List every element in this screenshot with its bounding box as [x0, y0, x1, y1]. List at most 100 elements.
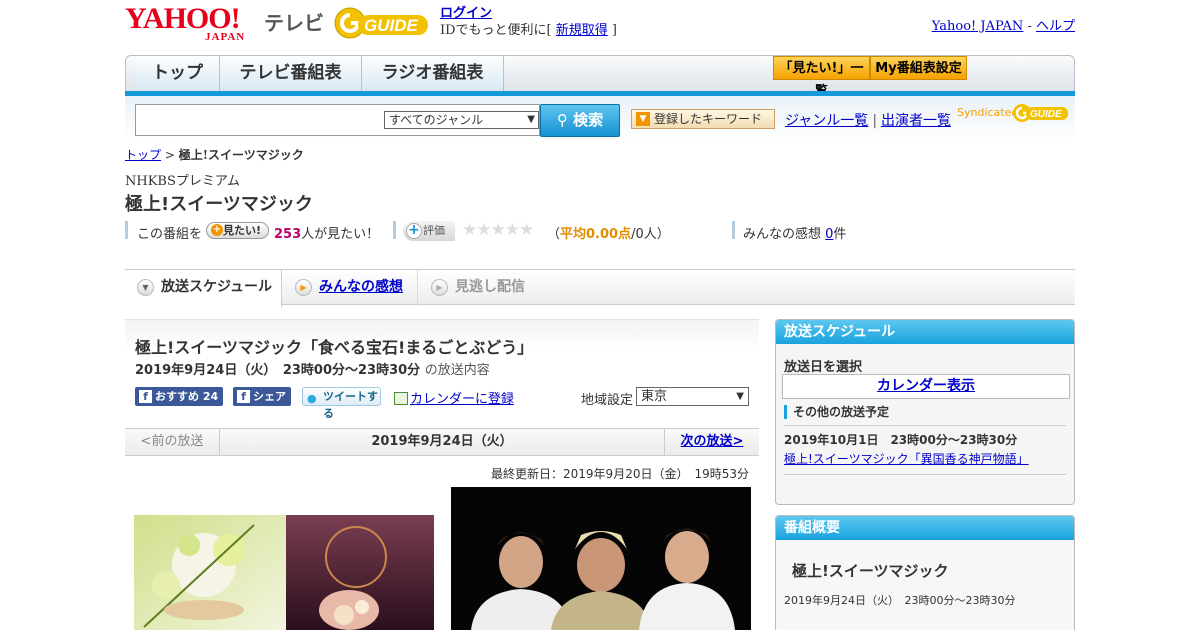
tweet-button[interactable]: ● ツイートする — [302, 387, 381, 420]
region-select[interactable]: 東京 ▼ — [636, 387, 749, 406]
calendar-display-button[interactable]: カレンダー表示 — [782, 374, 1070, 399]
login-prompt: IDでもっと便利に[ — [440, 23, 556, 38]
episode-title: 極上!スイーツマジック「食べる宝石!まるごとぶどう」 — [135, 338, 534, 357]
mitai-count: 253 — [274, 227, 302, 242]
tab-broadcast-schedule[interactable]: ▼ 放送スケジュール — [125, 270, 282, 307]
calendar-display-link[interactable]: カレンダー表示 — [877, 378, 975, 394]
breadcrumb-home[interactable]: トップ — [125, 148, 161, 162]
syndicated-label: Syndicated — [957, 106, 1019, 119]
performer-list-link[interactable]: 出演者一覧 — [881, 113, 951, 129]
rate-button-label: 評価 — [423, 224, 445, 237]
rating-open-paren: （ — [547, 227, 561, 242]
facebook-recommend-button[interactable]: f おすすめ 24 — [135, 387, 223, 406]
overview-datetime: 2019年9月24日（火） 23時00分～23時30分 — [784, 594, 1016, 607]
triangle-down-icon: ▼ — [636, 112, 650, 126]
plus-icon: + — [406, 223, 422, 239]
next-broadcast-cell: 次の放送> — [664, 428, 759, 456]
mitai-suffix: 人が見たい！ — [301, 227, 380, 242]
twitter-bird-icon: ● — [307, 392, 317, 405]
mitai-count-text: 253人が見たい！ — [274, 223, 379, 242]
dropdown-arrow-icon: ▼ — [736, 391, 744, 402]
signup-link[interactable]: 新規取得 — [556, 23, 608, 38]
current-broadcast-date: 2019年9月24日（火） — [371, 434, 513, 449]
other-broadcast-link[interactable]: 極上!スイーツマジック「異国香る神戸物語」 — [784, 450, 1029, 467]
calendar-register-link[interactable]: カレンダーに登録 — [410, 392, 514, 407]
rating-stars[interactable]: ★★★★★ — [462, 220, 534, 240]
syndicated-brand-text: GUIDE — [1030, 109, 1062, 120]
tab-impressions-label[interactable]: みんなの感想 — [319, 279, 403, 295]
mitai-button[interactable]: + 見たい! — [206, 222, 269, 239]
top-link-separator: - — [1023, 19, 1036, 34]
genre-list-link[interactable]: ジャンル一覧 — [785, 113, 868, 129]
genre-select-value: すべてのジャンル — [389, 113, 484, 127]
tab-streaming: ▶ 見逃し配信 — [419, 270, 559, 305]
facebook-recommend-label: おすすめ 24 — [155, 390, 219, 403]
rate-button[interactable]: + 評価 — [403, 221, 455, 241]
nav-tab-top[interactable]: トップ — [136, 56, 220, 92]
help-link[interactable]: ヘルプ — [1036, 19, 1075, 34]
facebook-icon: f — [139, 390, 152, 403]
yahoo-japan-logo[interactable]: YAHOO! JAPAN — [125, 4, 261, 44]
rating-text: （平均0.00点/0人） — [547, 223, 670, 242]
section-marker — [125, 221, 128, 239]
login-block: ログイン IDでもっと便利に[ 新規取得 ] — [440, 5, 617, 39]
facebook-share-label: シェア — [253, 390, 286, 403]
breadcrumb-current: 極上!スイーツマジック — [178, 148, 304, 162]
chevron-down-icon: ▼ — [137, 279, 154, 296]
prev-broadcast-link: <前の放送 — [125, 428, 220, 456]
breadcrumb: トップ > 極上!スイーツマジック — [125, 146, 304, 163]
directory-links: ジャンル一覧 | 出演者一覧 — [785, 110, 951, 130]
play-arrow-icon: ▶ — [295, 279, 312, 296]
tab-streaming-label: 見逃し配信 — [455, 279, 525, 295]
section-marker — [732, 221, 735, 239]
impressions-summary: みんなの感想 0件 — [743, 223, 846, 242]
episode-datetime-value: 2019年9月24日（火） 23時00分～23時30分 — [135, 363, 421, 378]
divider — [784, 474, 1066, 475]
tab-broadcast-schedule-label: 放送スケジュール — [161, 279, 273, 295]
section-marker — [393, 221, 396, 239]
nav-tab-tv-schedule[interactable]: テレビ番組表 — [220, 56, 362, 92]
rating-average: 平均0.00点 — [560, 227, 632, 242]
date-select-label: 放送日を選択 — [784, 360, 863, 375]
gguide-logo[interactable]: GUIDE — [334, 5, 434, 41]
tab-impressions[interactable]: ▶ みんなの感想 — [283, 270, 418, 305]
sidebar-schedule-box: 放送スケジュール 放送日を選択 カレンダー表示 その他の放送予定 2019年10… — [775, 319, 1075, 505]
search-button[interactable]: ⚲ 検索 — [540, 104, 620, 137]
registered-keyword-button[interactable]: ▼ 登録したキーワード — [631, 109, 775, 129]
sweets-image — [134, 515, 434, 630]
mitai-button-label: 見たい! — [223, 224, 262, 237]
calendar-register[interactable]: カレンダーに登録 — [394, 388, 514, 407]
registered-keyword-label: 登録したキーワード — [654, 112, 763, 126]
facebook-icon: f — [237, 390, 250, 403]
divider — [784, 425, 1066, 426]
gguide-logo-text: GUIDE — [364, 16, 419, 35]
login-prompt-end: ] — [607, 23, 617, 38]
calendar-icon — [394, 392, 408, 405]
search-button-label: 検索 — [573, 111, 604, 129]
next-broadcast-link[interactable]: 次の放送> — [681, 434, 744, 449]
last-updated: 最終更新日：2019年9月20日（金） 19時53分 — [491, 467, 749, 481]
nav-tab-radio-schedule[interactable]: ラジオ番組表 — [362, 56, 504, 92]
rating-people: /0人） — [631, 227, 670, 242]
overview-body — [777, 541, 1074, 630]
mitai-list-button[interactable]: 「見たい!」一覧 — [773, 56, 870, 99]
top-right-links: Yahoo! JAPAN - ヘルプ — [932, 15, 1075, 34]
impressions-prefix: みんなの感想 — [743, 227, 826, 242]
hosts-image — [451, 487, 751, 630]
search-icon: ⚲ — [556, 111, 568, 129]
facebook-share-button[interactable]: f シェア — [233, 387, 291, 406]
episode-datetime-suffix: の放送内容 — [424, 363, 490, 378]
yahoo-logo-sub: JAPAN — [205, 31, 246, 43]
genre-select[interactable]: すべてのジャンル ▼ — [384, 111, 539, 129]
dropdown-arrow-icon: ▼ — [527, 114, 535, 125]
region-select-value: 東京 — [641, 389, 668, 404]
breadcrumb-separator: > — [161, 148, 179, 162]
other-broadcast-datetime: 2019年10月1日 23時00分～23時30分 — [784, 433, 1018, 447]
my-schedule-settings-button[interactable]: My番組表設定 — [870, 56, 967, 80]
login-link[interactable]: ログイン — [440, 6, 492, 21]
sidebar-schedule-head: 放送スケジュール — [776, 320, 1074, 344]
content-tabs: ▼ 放送スケジュール ▶ みんなの感想 ▶ 見逃し配信 — [125, 269, 1075, 307]
region-label: 地域設定 — [581, 393, 634, 408]
plus-icon: + — [211, 224, 223, 236]
yahoo-japan-link[interactable]: Yahoo! JAPAN — [932, 19, 1024, 34]
